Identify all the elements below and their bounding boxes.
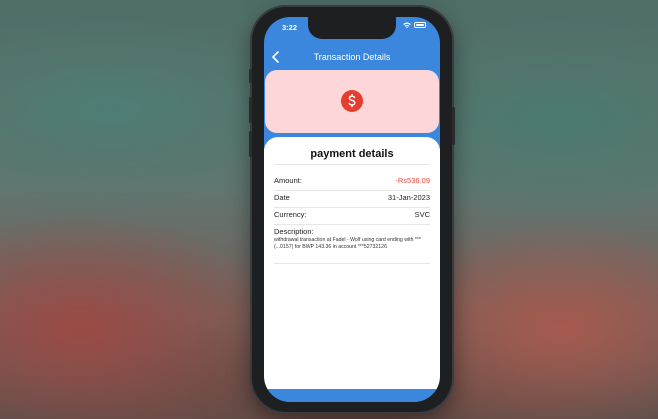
amount-value: -Rs536.09 xyxy=(395,176,430,185)
battery-icon xyxy=(414,22,426,28)
status-icons xyxy=(403,22,426,28)
currency-value: SVC xyxy=(414,210,430,219)
divider xyxy=(274,263,430,264)
navigation-bar: Transaction Details xyxy=(264,47,440,69)
description-text: withdrawal transaction at Fadel - Wolf u… xyxy=(274,237,421,250)
description-label: Description: xyxy=(274,227,314,236)
volume-down-button xyxy=(249,131,252,157)
payment-details-card: payment details Amount: -Rs536.09 Date 3… xyxy=(264,137,440,389)
divider xyxy=(274,190,430,191)
currency-label: Currency: xyxy=(274,210,307,219)
dollar-icon xyxy=(341,90,363,112)
date-label: Date xyxy=(274,193,290,202)
bottom-bar xyxy=(264,389,440,402)
app-screen: 3:22 Transaction Details payment details… xyxy=(264,17,440,402)
card-title: payment details xyxy=(310,148,394,160)
notch xyxy=(308,17,396,39)
transaction-hero-card xyxy=(265,70,439,133)
divider xyxy=(274,207,430,208)
page-title: Transaction Details xyxy=(313,52,391,62)
phone-frame: 3:22 Transaction Details payment details… xyxy=(249,7,455,412)
amount-label: Amount: xyxy=(274,176,302,185)
volume-up-button xyxy=(249,97,252,123)
status-time: 3:22 xyxy=(282,23,298,32)
divider xyxy=(274,224,430,225)
date-value: 31-Jan-2023 xyxy=(387,193,430,202)
power-button xyxy=(452,107,455,145)
mute-switch xyxy=(249,69,252,83)
divider xyxy=(274,164,430,165)
wifi-icon xyxy=(403,22,411,28)
